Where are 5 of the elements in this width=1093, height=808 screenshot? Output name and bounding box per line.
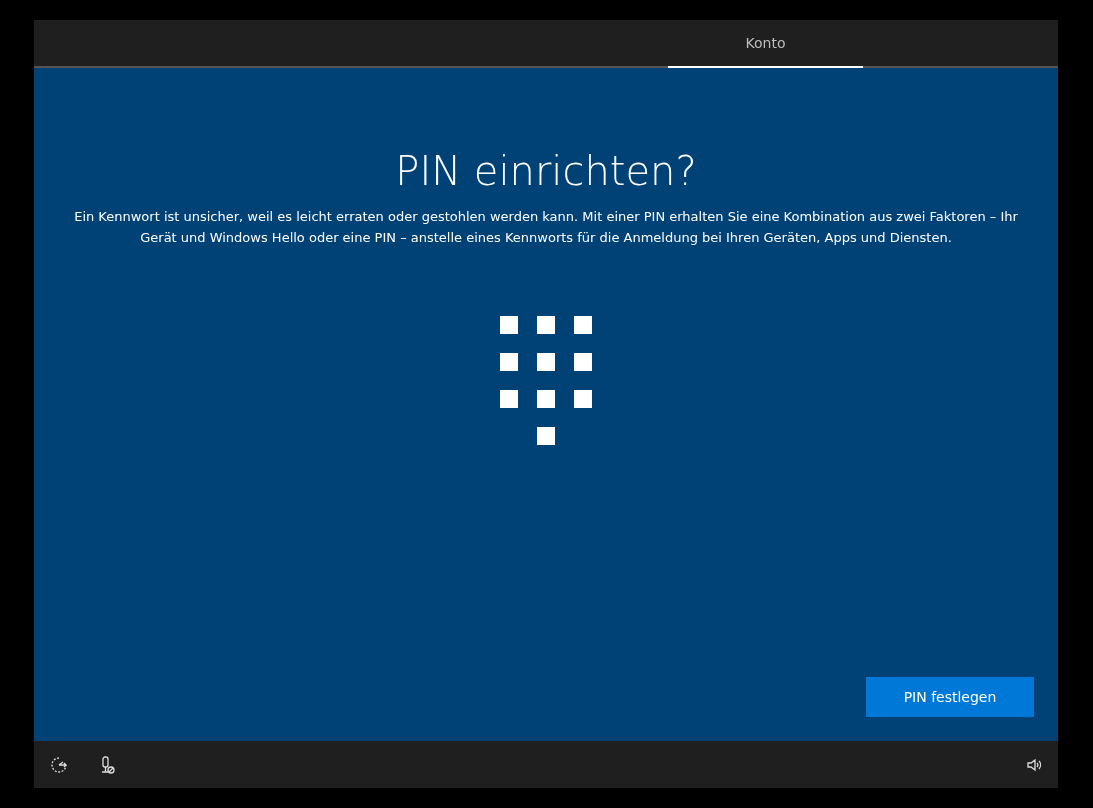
ease-of-access-icon[interactable] <box>50 755 68 774</box>
description-text: Ein Kennwort ist unsicher, weil es leicht erraten oder gestohlen werden kann. Mit einer PIN erhalten Sie eine Kombination aus zwei Faktoren – Ihr Gerät und Windows Hello oder eine PIN – anstelle eines Kennworts für die Anmeldung bei Ihren Geräten, Apps und Diensten. <box>73 208 1019 247</box>
page-title: PIN einrichten? <box>395 148 697 194</box>
set-pin-button[interactable]: PIN festlegen <box>866 677 1034 717</box>
speaker-icon[interactable] <box>1026 756 1042 773</box>
